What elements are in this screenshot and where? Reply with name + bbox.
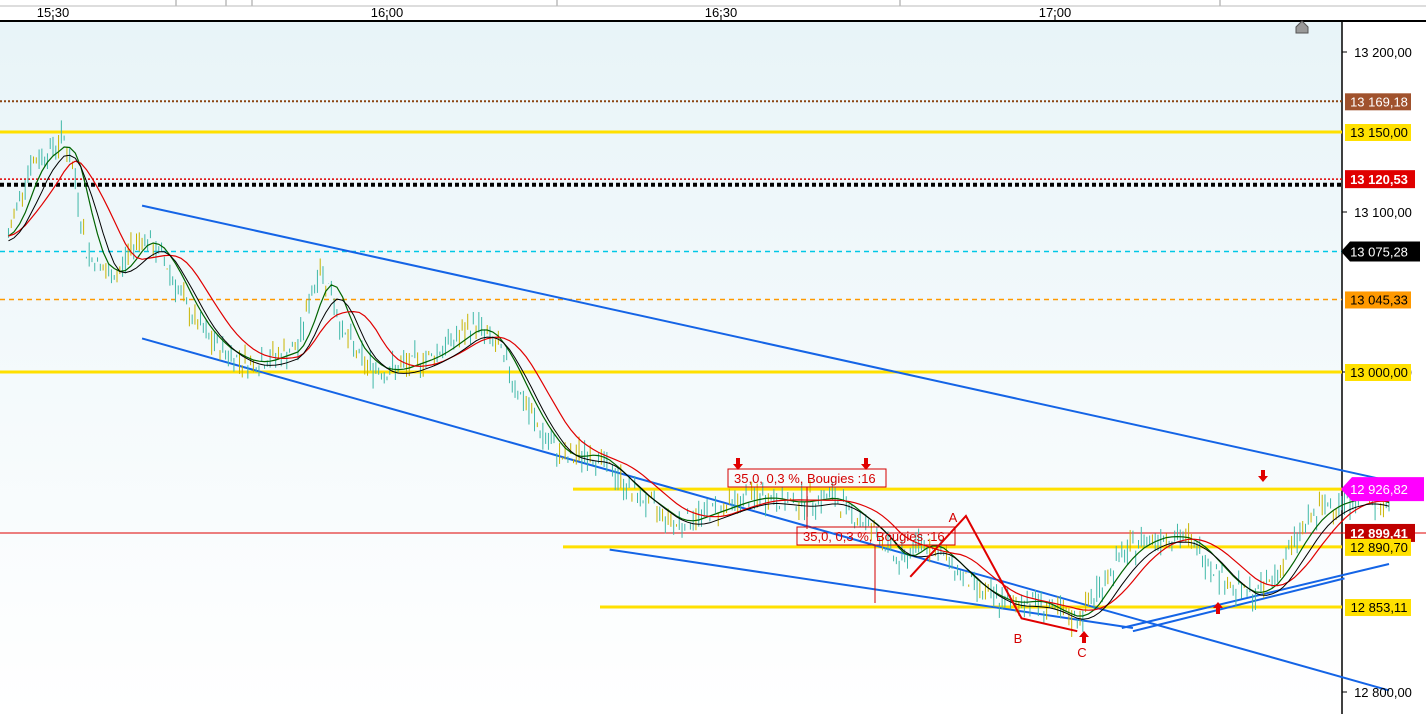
- price-badge-label: 12 926,82: [1350, 482, 1408, 497]
- x-tick-label: 16:30: [705, 5, 738, 20]
- x-tick-label: 17:00: [1039, 5, 1072, 20]
- plot-background: [0, 21, 1342, 714]
- y-tick-label: 13 200,00: [1354, 45, 1412, 60]
- measure-label: 35,0, 0,3 %, Bougies :16: [803, 529, 945, 544]
- price-badge-label: 12 890,70: [1350, 540, 1408, 555]
- measure-label: 35,0, 0,3 %, Bougies :16: [734, 471, 876, 486]
- price-badge-label: 13 150,00: [1350, 125, 1408, 140]
- wave-label: C: [1077, 645, 1086, 660]
- wave-label: A: [949, 510, 958, 525]
- x-tick-label: 15:30: [37, 5, 70, 20]
- price-badge-label: 13 000,00: [1350, 365, 1408, 380]
- price-badge-label: 12 853,11: [1351, 600, 1408, 615]
- price-badge-label: 13 045,33: [1350, 292, 1408, 307]
- chart-canvas: 15:30 16:00 16:30 17:00 35,0, 0,3 %, Bougies…: [0, 0, 1426, 714]
- wave-label: B: [1014, 631, 1023, 646]
- y-tick-label: 12 800,00: [1354, 685, 1412, 700]
- price-badge-label: 12 899,41: [1350, 526, 1408, 541]
- chart: 15:30 16:00 16:30 17:00 35,0, 0,3 %, Bougies…: [0, 0, 1426, 714]
- price-badge-label: 13 169,18: [1350, 94, 1408, 109]
- price-badge-label: 13 075,28: [1350, 245, 1408, 260]
- price-badge-label: 13 120,53: [1350, 172, 1408, 187]
- y-tick-label: 13 100,00: [1354, 205, 1412, 220]
- x-tick-label: 16:00: [371, 5, 404, 20]
